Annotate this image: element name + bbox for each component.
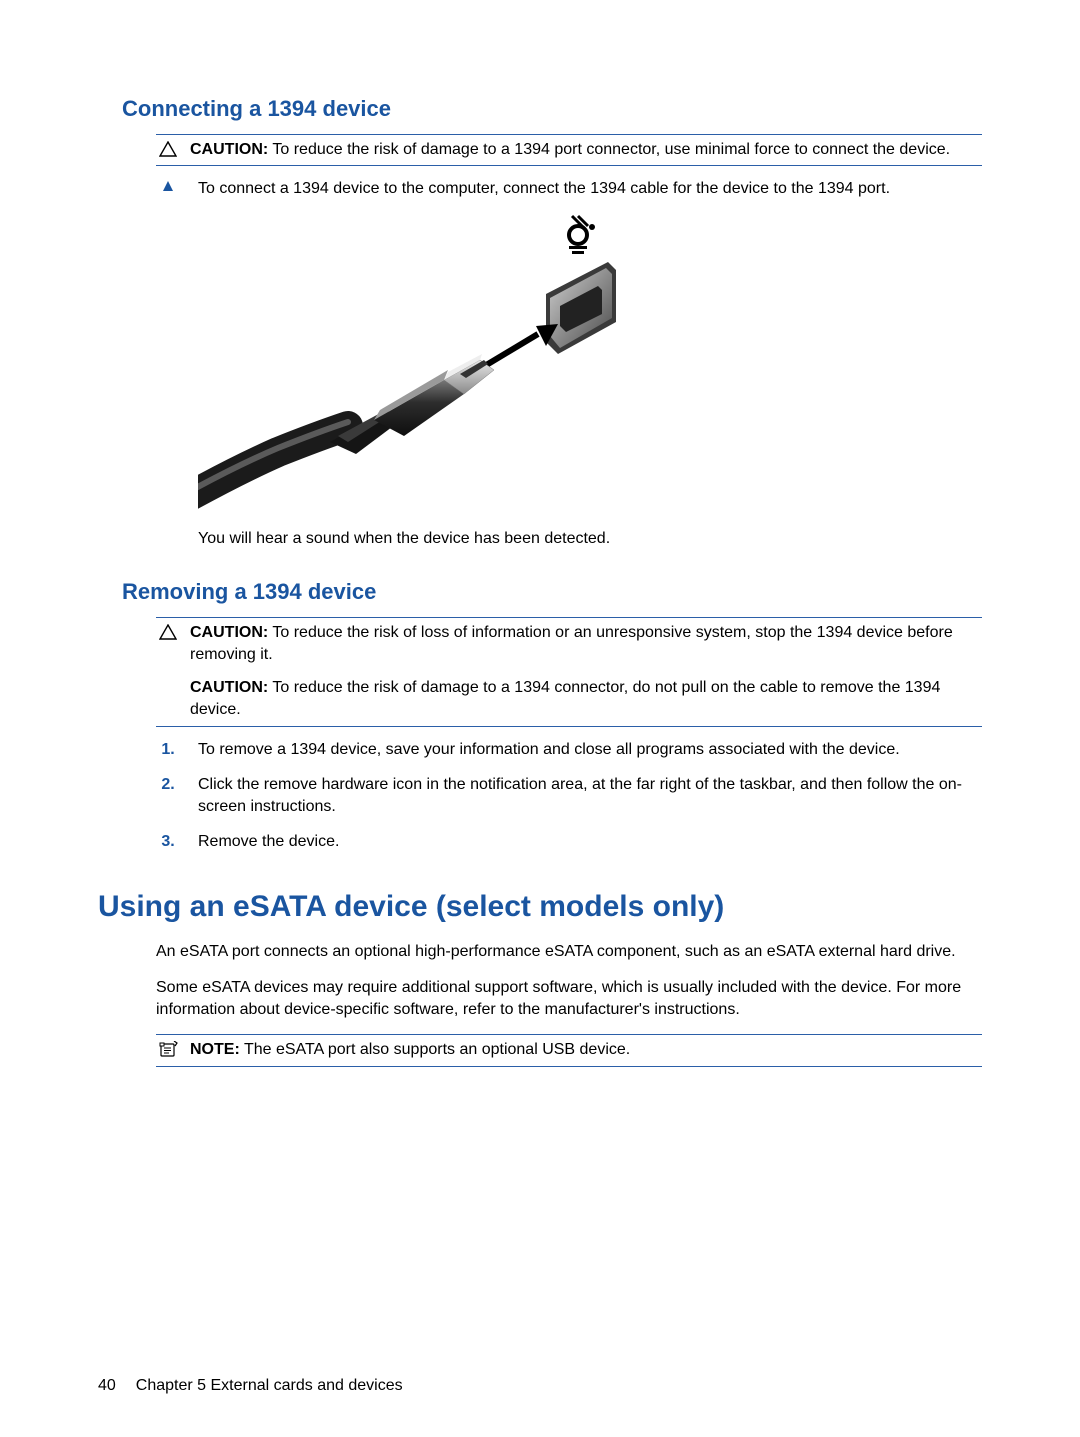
figure-1394-cable xyxy=(198,214,982,514)
bullet-triangle-icon xyxy=(156,178,180,192)
chapter-title: Chapter 5 External cards and devices xyxy=(136,1375,403,1397)
caution-text: To reduce the risk of loss of informatio… xyxy=(190,624,953,663)
step-text: Remove the device. xyxy=(198,831,982,853)
caution-icon xyxy=(156,139,180,157)
heading-connecting-1394: Connecting a 1394 device xyxy=(122,94,982,124)
heading-esata: Using an eSATA device (select models onl… xyxy=(98,887,982,928)
note-label: NOTE: xyxy=(190,1041,240,1058)
heading-removing-1394: Removing a 1394 device xyxy=(122,577,982,607)
note-box-esata: NOTE: The eSATA port also supports an op… xyxy=(156,1034,982,1067)
step-number: 1. xyxy=(156,739,180,761)
caution-label: CAUTION: xyxy=(190,624,268,641)
esata-para1: An eSATA port connects an optional high-… xyxy=(156,941,982,963)
step-text: To remove a 1394 device, save your infor… xyxy=(198,739,982,761)
page-footer: 40 Chapter 5 External cards and devices xyxy=(98,1375,403,1397)
step-text: Click the remove hardware icon in the no… xyxy=(198,774,982,817)
caution-label: CAUTION: xyxy=(190,679,268,696)
page-number: 40 xyxy=(98,1375,116,1397)
step-connect-text: To connect a 1394 device to the computer… xyxy=(198,178,982,200)
caution-label: CAUTION: xyxy=(190,141,268,158)
esata-para2: Some eSATA devices may require additiona… xyxy=(156,977,982,1020)
caution-icon xyxy=(156,622,180,640)
caution-text: To reduce the risk of damage to a 1394 c… xyxy=(190,679,940,718)
caution-box-remove: CAUTION: To reduce the risk of loss of i… xyxy=(156,617,982,726)
step-number: 3. xyxy=(156,831,180,853)
after-figure-text: You will hear a sound when the device ha… xyxy=(198,528,982,550)
caution-text: To reduce the risk of damage to a 1394 p… xyxy=(272,141,950,158)
note-icon xyxy=(156,1039,180,1059)
note-text: The eSATA port also supports an optional… xyxy=(244,1041,630,1058)
step-number: 2. xyxy=(156,774,180,796)
caution-box-connect: CAUTION: To reduce the risk of damage to… xyxy=(156,134,982,167)
